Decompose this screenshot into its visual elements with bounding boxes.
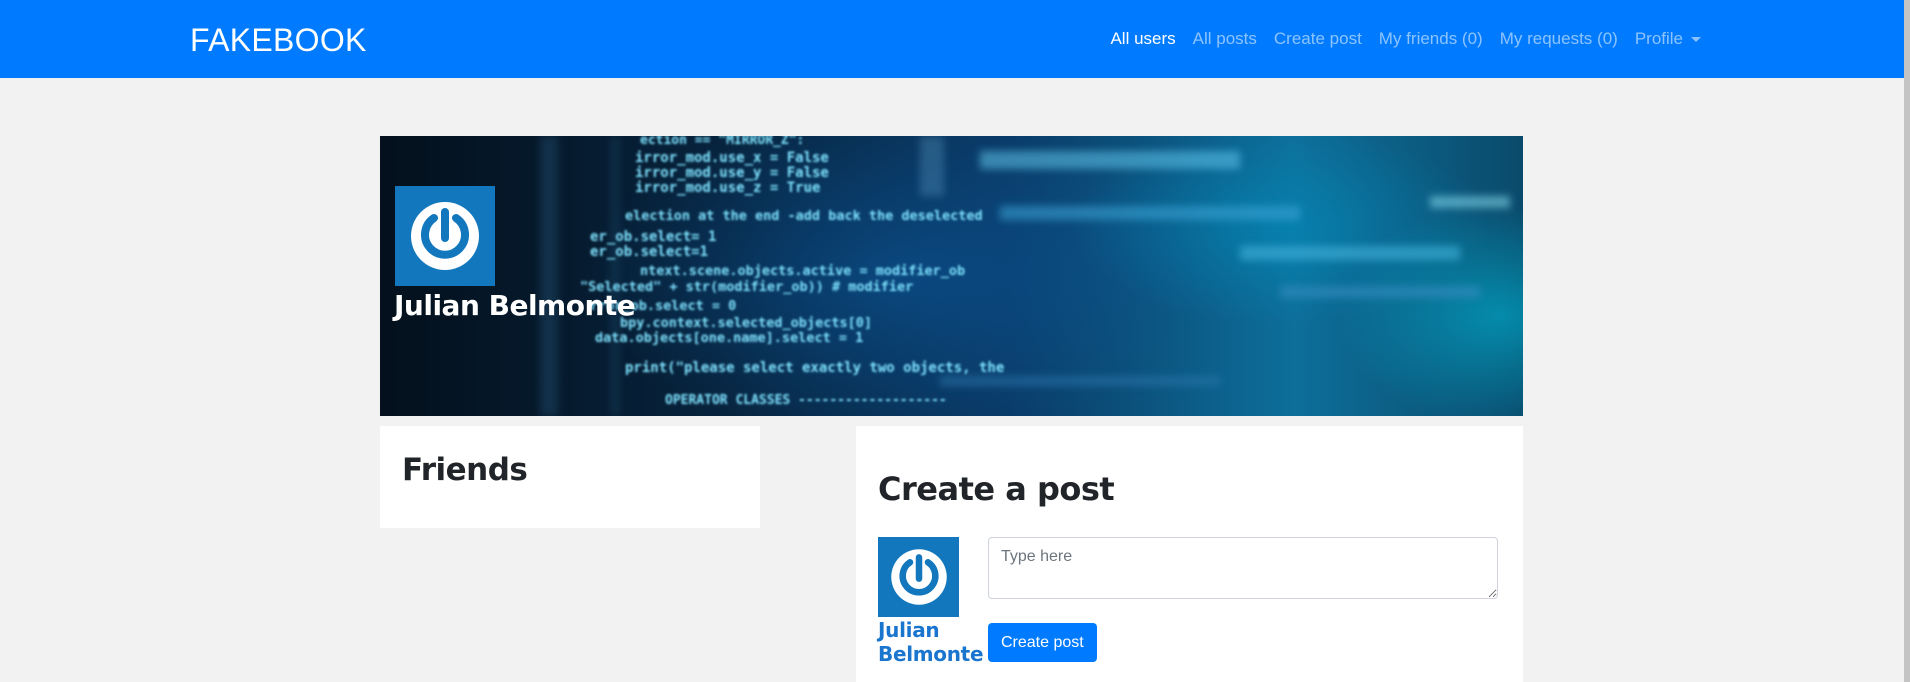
create-post-button[interactable]: Create post	[988, 623, 1097, 662]
code-line-7: er_ob.select=1	[590, 244, 708, 260]
profile-cover: ection == "MIRROR_Z": irror_mod.use_x = …	[380, 136, 1523, 416]
code-line-11: bpy.context.selected_objects[0]	[620, 315, 872, 331]
top-navbar: FAKEBOOK All users All posts Create post…	[0, 0, 1904, 78]
profile-name: Julian Belmonte	[394, 289, 636, 322]
code-line-13: print("please select exactly two objects…	[625, 360, 1004, 376]
post-author-avatar[interactable]	[878, 537, 959, 617]
nav-profile-dropdown[interactable]: Profile	[1635, 28, 1701, 50]
code-line-4: irror_mod.use_z = True	[635, 180, 820, 196]
code-line-8: ntext.scene.objects.active = modifier_ob	[640, 263, 965, 279]
post-author-name[interactable]: Julian Belmonte	[878, 618, 988, 666]
create-post-card: Create a post Julian Belmonte Create pos…	[856, 426, 1523, 682]
page-scrollbar[interactable]	[1904, 0, 1910, 682]
code-line-14: OPERATOR CLASSES -------------------	[665, 393, 947, 408]
caret-down-icon	[1691, 36, 1701, 42]
brand-logo[interactable]: FAKEBOOK	[190, 21, 367, 59]
cover-avatar[interactable]	[395, 186, 495, 286]
nav-my-friends[interactable]: My friends (0)	[1379, 28, 1483, 50]
nav-all-posts[interactable]: All posts	[1193, 28, 1257, 50]
code-line-5: election at the end -add back the desele…	[625, 208, 983, 224]
friends-heading: Friends	[402, 452, 528, 488]
power-icon	[890, 549, 947, 605]
nav-profile-label: Profile	[1634, 29, 1683, 48]
friends-card: Friends	[380, 426, 760, 528]
post-text-input[interactable]	[988, 537, 1498, 599]
nav-all-users[interactable]: All users	[1110, 28, 1175, 50]
create-post-heading: Create a post	[878, 470, 1115, 508]
code-line-2: irror_mod.use_x = False	[635, 150, 829, 166]
code-line-6: er_ob.select= 1	[590, 229, 716, 245]
code-line-1: ection == "MIRROR_Z":	[640, 136, 804, 148]
code-line-12: data.objects[one.name].select = 1	[595, 330, 863, 346]
nav-my-requests[interactable]: My requests (0)	[1500, 28, 1618, 50]
nav-links: All users All posts Create post My frien…	[1093, 0, 1701, 78]
nav-create-post[interactable]: Create post	[1274, 28, 1362, 50]
power-icon	[411, 202, 479, 270]
cover-code-image: ection == "MIRROR_Z": irror_mod.use_x = …	[540, 136, 1510, 416]
code-line-3: irror_mod.use_y = False	[635, 165, 829, 181]
